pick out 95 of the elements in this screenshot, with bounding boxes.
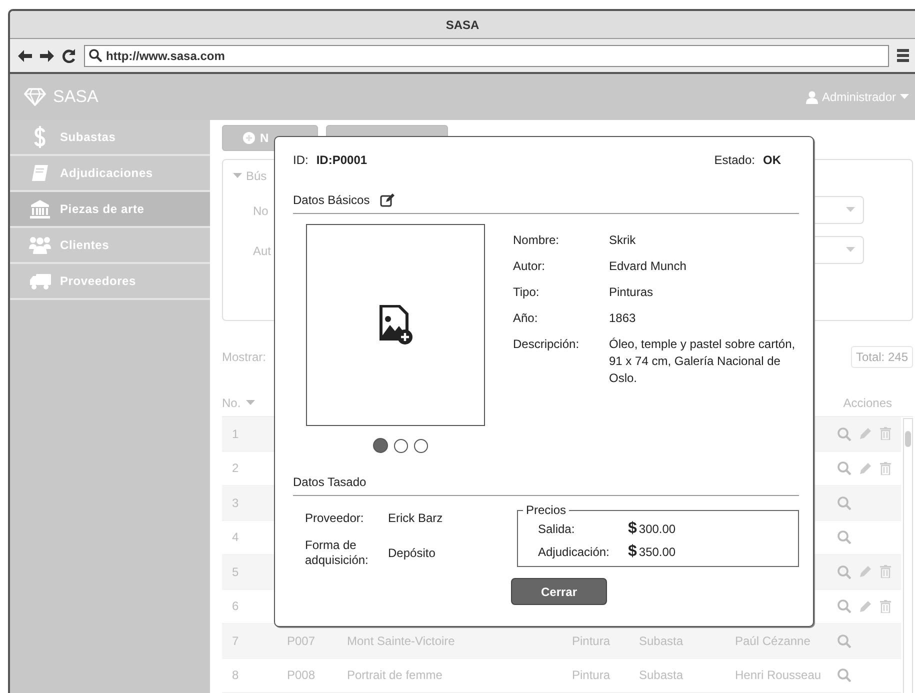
search-icon[interactable] <box>837 599 851 614</box>
scrollbar[interactable] <box>903 418 913 693</box>
reload-icon[interactable] <box>62 48 76 62</box>
caret-icon <box>233 173 242 179</box>
carousel-dot[interactable] <box>373 438 388 453</box>
search-panel-title[interactable]: Bús <box>233 169 267 183</box>
user-icon <box>806 90 818 104</box>
dollar-icon <box>33 126 47 148</box>
price-label: Salida: <box>538 522 576 536</box>
table-cell-text: Subasta <box>639 634 684 648</box>
forward-arrow-icon[interactable] <box>40 50 54 62</box>
image-add-icon <box>378 305 412 345</box>
table-cell-text: Paúl Cézanne <box>735 634 812 648</box>
detail-value: Erick Barz <box>388 511 444 526</box>
search-icon[interactable] <box>837 496 851 510</box>
table-cell-text: 5 <box>232 564 240 579</box>
price-label: Adjudicación: <box>538 545 610 559</box>
detail-label: Año: <box>513 310 539 327</box>
table-cell-text: 3 <box>232 496 240 510</box>
detail-label: Descripción: <box>513 336 580 353</box>
diamond-icon <box>24 88 46 106</box>
trash-icon[interactable] <box>880 427 891 440</box>
search-icon[interactable] <box>837 564 851 579</box>
table-cell-text: Portrait de femme <box>347 668 444 682</box>
carousel-dot[interactable] <box>414 438 428 452</box>
price-value: $300.00 <box>628 520 677 538</box>
close-button[interactable]: Cerrar <box>511 578 607 605</box>
state-value: OK <box>763 153 781 169</box>
search-icon[interactable] <box>837 461 851 476</box>
id-label: ID: <box>293 153 308 169</box>
table-cell-text: 6 <box>232 599 240 614</box>
table-cell-text: Subasta <box>639 668 684 682</box>
detail-value: Óleo, temple y pastel sobre cartón, 91 x 74 cm, Galería Nacional de Oslo. <box>609 336 796 387</box>
pencil-icon[interactable] <box>859 462 872 475</box>
truck-icon <box>29 272 51 290</box>
detail-label: Tipo: <box>513 284 540 301</box>
window-title: SASA <box>10 11 915 39</box>
search-icon[interactable] <box>837 530 851 544</box>
detail-label: Nombre: <box>513 232 560 249</box>
id-value: ID:P0001 <box>316 153 368 169</box>
table-cell-text: P008 <box>287 668 316 682</box>
table-cell-text: Pintura <box>572 634 612 648</box>
column-header[interactable]: No. <box>222 396 255 410</box>
search-icon[interactable] <box>837 426 851 441</box>
table-cell-text: Pintura <box>572 668 612 682</box>
pencil-icon[interactable] <box>859 427 872 440</box>
sidebar-item[interactable]: Piezas de arte <box>10 192 210 228</box>
section-title: Datos Tasado <box>293 475 366 489</box>
book-icon <box>30 163 50 183</box>
caret-icon <box>900 94 909 100</box>
detail-value: Skrik <box>609 232 637 249</box>
column-header[interactable]: Acciones <box>843 396 892 410</box>
table-cell-text: 2 <box>232 461 240 476</box>
carousel-dot[interactable] <box>394 438 408 452</box>
caret-icon <box>846 247 855 253</box>
field-label: No <box>253 204 268 218</box>
edit-icon[interactable] <box>380 193 395 207</box>
detail-value: Edvard Munch <box>609 258 688 275</box>
plus-circle-icon <box>243 132 255 144</box>
address-field[interactable]: http://www.sasa.com <box>84 44 889 66</box>
trash-icon[interactable] <box>880 462 891 475</box>
detail-value: 1863 <box>609 310 637 327</box>
detail-value: Depósito <box>388 546 436 560</box>
table-cell-text: 1 <box>232 426 240 441</box>
show-label: Mostrar: <box>222 350 266 364</box>
total-count: Total: 245 <box>850 346 913 368</box>
search-icon[interactable] <box>837 634 851 648</box>
trash-icon[interactable] <box>880 565 891 578</box>
image-placeholder[interactable] <box>306 224 485 426</box>
pencil-icon[interactable] <box>859 565 872 578</box>
search-icon[interactable] <box>837 668 851 682</box>
state-label: Estado: <box>714 153 755 169</box>
field-label: Aut <box>253 244 272 258</box>
table-cell-text: Henri Rousseau <box>735 668 822 682</box>
price-value: $350.00 <box>628 543 677 561</box>
section-title: Datos Básicos <box>293 193 370 207</box>
table-cell-text: 8 <box>232 668 240 682</box>
detail-label: Proveedor: <box>305 511 365 526</box>
table-cell-text: 7 <box>232 634 240 648</box>
table-cell-text: P007 <box>287 634 316 648</box>
table-cell-text: 4 <box>232 530 240 544</box>
table-cell-text: Mont Sainte-Victoire <box>347 634 456 648</box>
detail-label: Forma de adquisición: <box>305 538 370 568</box>
bank-icon <box>30 199 50 219</box>
menu-icon[interactable] <box>897 49 909 62</box>
sort-caret-icon <box>246 400 255 406</box>
caret-icon <box>846 207 855 213</box>
users-icon <box>29 235 51 255</box>
group-title: Precios <box>525 503 568 517</box>
back-arrow-icon[interactable] <box>18 50 32 62</box>
search-icon <box>89 49 102 62</box>
pencil-icon[interactable] <box>859 600 872 613</box>
detail-label: Autor: <box>513 258 546 275</box>
trash-icon[interactable] <box>880 600 891 613</box>
detail-value: Pinturas <box>609 284 654 301</box>
